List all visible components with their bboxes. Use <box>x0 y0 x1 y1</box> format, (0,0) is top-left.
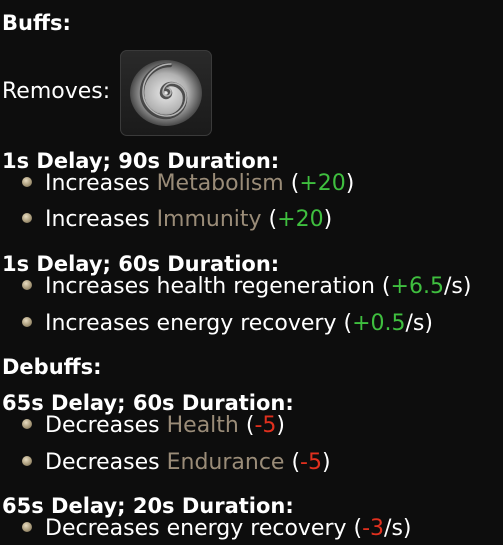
stat-name: Metabolism <box>156 171 284 196</box>
bullet-icon <box>22 280 32 290</box>
stat-name: Endurance <box>166 450 285 475</box>
stat-value: +20 <box>299 171 346 196</box>
buff-line: Increases health regeneration (+6.5/s) <box>22 274 471 300</box>
buff-group-1-header: 1s Delay; 90s Duration: <box>2 149 280 173</box>
buff-line: Increases Immunity (+20) <box>22 207 332 233</box>
debuffs-heading: Debuffs: <box>2 355 102 379</box>
debuff-line: Decreases Endurance (-5) <box>22 450 331 476</box>
debuff-line: Decreases Health (-5) <box>22 413 285 439</box>
stat-name: Health <box>166 413 239 438</box>
stat-value: +0.5 <box>352 311 406 336</box>
stat-value: -5 <box>300 450 322 475</box>
bullet-icon <box>22 419 32 429</box>
debuff-line: Decreases energy recovery (-3/s) <box>22 516 412 542</box>
swirl-icon <box>130 60 202 126</box>
stat-value: -3 <box>362 516 385 541</box>
removes-item-slot[interactable] <box>120 50 212 136</box>
stat-name: Immunity <box>156 207 262 232</box>
stat-value: +6.5 <box>390 274 444 299</box>
bullet-icon <box>22 317 32 327</box>
stat-value: +20 <box>277 207 324 232</box>
debuff-group-2-header: 65s Delay; 20s Duration: <box>2 494 294 518</box>
removes-label: Removes: <box>2 79 111 104</box>
bullet-icon <box>22 456 32 466</box>
buff-line: Increases energy recovery (+0.5/s) <box>22 311 433 337</box>
stat-value: -5 <box>254 413 277 438</box>
bullet-icon <box>22 213 32 223</box>
bullet-icon <box>22 177 32 187</box>
bullet-icon <box>22 522 32 532</box>
buff-group-2-header: 1s Delay; 60s Duration: <box>2 252 280 276</box>
buffs-heading: Buffs: <box>2 11 71 35</box>
debuff-group-1-header: 65s Delay; 60s Duration: <box>2 391 294 415</box>
buff-line: Increases Metabolism (+20) <box>22 171 354 197</box>
